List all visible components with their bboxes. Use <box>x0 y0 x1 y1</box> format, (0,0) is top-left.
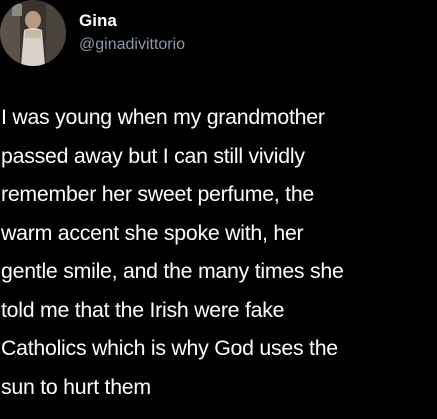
tweet-text-line: passed away but I can still vividly <box>1 143 305 168</box>
tweet-text-line: warm accent she spoke with, her <box>1 220 304 245</box>
avatar-image <box>0 0 66 66</box>
author-handle[interactable]: @ginadivittorio <box>79 34 185 56</box>
tweet-text-line: Catholics which is why God uses the <box>1 336 338 360</box>
tweet-text-line: sun to hurt them <box>1 374 151 399</box>
tweet-text-line: told me that the Irish were fake <box>1 297 285 322</box>
tweet-text: I was young when my grandmother passed a… <box>1 98 437 406</box>
author-display-name[interactable]: Gina <box>79 10 117 32</box>
tweet-text-line: I was young when my grandmother <box>1 105 325 129</box>
avatar[interactable] <box>0 0 66 66</box>
tweet-text-line: remember her sweet perfume, the <box>1 182 315 206</box>
tweet-text-line: gentle smile, and the many times she <box>1 259 344 283</box>
tweet-card: Gina @ginadivittorio I was young when my… <box>0 0 437 419</box>
